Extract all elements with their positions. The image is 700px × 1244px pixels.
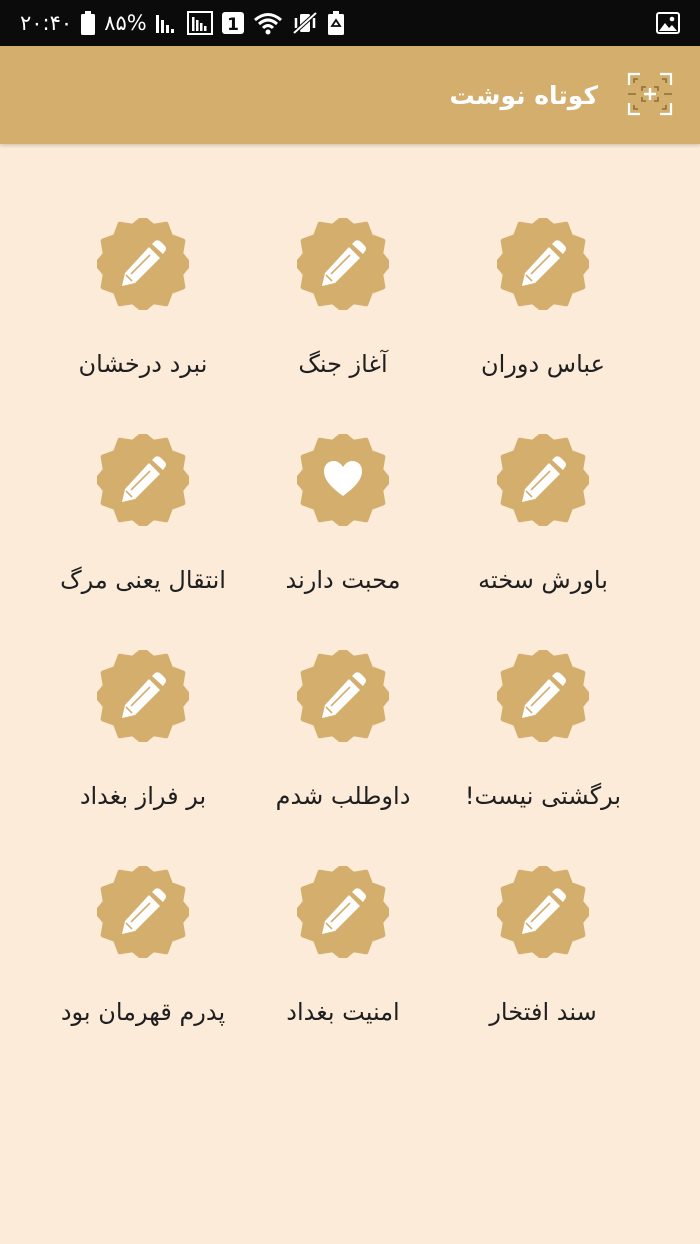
battery-percent: ۸۵% xyxy=(104,11,147,35)
shortcut-item[interactable]: محبت دارند xyxy=(243,432,443,648)
badge xyxy=(97,866,189,958)
badge xyxy=(297,218,389,310)
shortcut-item[interactable]: باورش سخته xyxy=(443,432,643,648)
shortcut-item[interactable]: عباس دوران xyxy=(443,216,643,432)
badge xyxy=(497,434,589,526)
badge-shape xyxy=(297,218,389,310)
shortcut-item[interactable]: برگشتی نیست! xyxy=(443,648,643,864)
badge-shape xyxy=(97,650,189,742)
shortcut-item[interactable]: پدرم قهرمان بود xyxy=(43,864,243,1080)
muted-vibrate-icon xyxy=(292,11,318,35)
shortcut-item[interactable]: بر فراز بغداد xyxy=(43,648,243,864)
sim-1-icon: 1 xyxy=(221,11,244,35)
shortcut-label: سند افتخار xyxy=(489,998,597,1026)
shortcut-label: امنیت بغداد xyxy=(286,998,400,1026)
shortcut-label: داوطلب شدم xyxy=(275,782,411,810)
shortcut-label: برگشتی نیست! xyxy=(464,782,622,810)
shortcut-item[interactable]: انتقال یعنی مرگ xyxy=(43,432,243,648)
status-right xyxy=(656,0,680,46)
shortcut-label: انتقال یعنی مرگ xyxy=(60,566,226,594)
shortcut-label: محبت دارند xyxy=(285,566,401,594)
badge-shape xyxy=(497,218,589,310)
recycle-icon xyxy=(327,11,345,35)
shortcut-item[interactable]: سند افتخار xyxy=(443,864,643,1080)
shortcut-grid: عباس دوران آغاز جنگ نبرد درخشان باورش سخته م… xyxy=(43,216,643,1080)
badge-shape xyxy=(297,650,389,742)
badge xyxy=(297,650,389,742)
gallery-icon xyxy=(656,12,680,34)
badge xyxy=(297,434,389,526)
shortcut-label: پدرم قهرمان بود xyxy=(60,998,226,1026)
badge xyxy=(97,434,189,526)
app-bar: کوتاه نوشت xyxy=(0,46,700,144)
badge-shape xyxy=(297,866,389,958)
badge xyxy=(497,218,589,310)
sim-slot-number: 1 xyxy=(227,15,239,35)
shortcut-item[interactable]: امنیت بغداد xyxy=(243,864,443,1080)
status-left: ۲۰:۴۰ ۸۵% 1 xyxy=(20,0,345,46)
wifi-icon xyxy=(253,11,283,35)
badge xyxy=(497,866,589,958)
signal-box-icon xyxy=(186,11,213,35)
shortcut-label: بر فراز بغداد xyxy=(79,782,207,810)
badge xyxy=(497,650,589,742)
badge-shape xyxy=(497,434,589,526)
badge-shape xyxy=(297,434,389,526)
shortcut-item[interactable]: نبرد درخشان xyxy=(43,216,243,432)
badge-shape xyxy=(97,434,189,526)
badge xyxy=(297,866,389,958)
shortcut-label: عباس دوران xyxy=(481,350,605,378)
status-bar: ۲۰:۴۰ ۸۵% 1 xyxy=(0,0,700,46)
badge xyxy=(97,650,189,742)
badge-shape xyxy=(97,218,189,310)
badge xyxy=(97,218,189,310)
badge-shape xyxy=(497,650,589,742)
shortcut-label: نبرد درخشان xyxy=(78,350,208,378)
signal-bars-icon xyxy=(155,11,178,35)
status-time: ۲۰:۴۰ xyxy=(20,11,73,35)
shortcut-label: باورش سخته xyxy=(478,566,608,594)
badge-shape xyxy=(97,866,189,958)
qr-scan-button[interactable] xyxy=(626,72,674,120)
shortcut-label: آغاز جنگ xyxy=(298,350,388,378)
qr-scan-icon xyxy=(626,71,674,121)
battery-icon xyxy=(81,11,96,35)
shortcut-item[interactable]: آغاز جنگ xyxy=(243,216,443,432)
app-title: کوتاه نوشت xyxy=(449,80,598,110)
badge-shape xyxy=(497,866,589,958)
shortcut-item[interactable]: داوطلب شدم xyxy=(243,648,443,864)
